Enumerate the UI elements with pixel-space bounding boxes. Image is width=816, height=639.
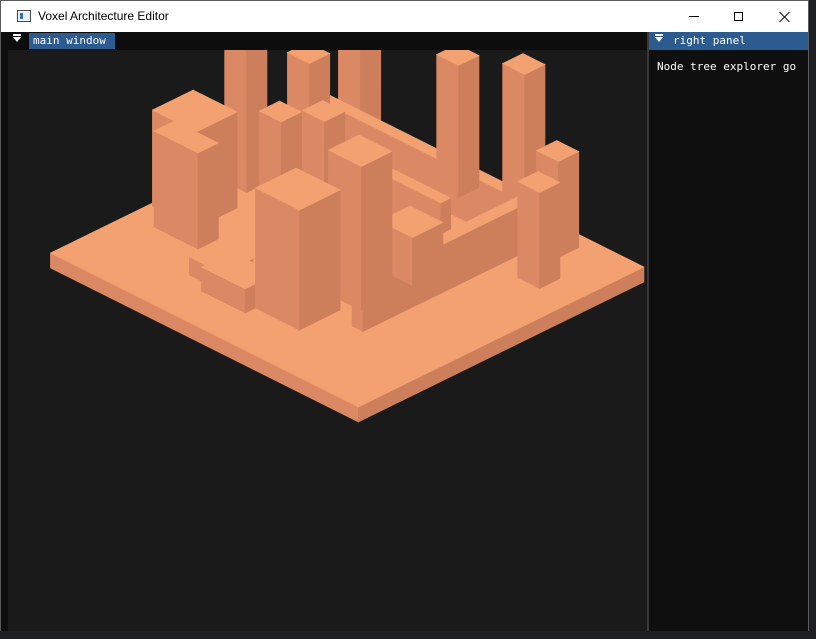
close-button[interactable] — [762, 1, 807, 32]
collapse-arrow-icon[interactable] — [655, 34, 663, 42]
tower-5-front-face — [517, 181, 540, 289]
application-window: Voxel Architecture Editor main window ri… — [0, 0, 809, 631]
tower-5-side-face — [539, 182, 561, 289]
app-window-icon — [17, 10, 31, 22]
front-left-block-side-face — [197, 142, 219, 250]
right-panel-header[interactable]: right panel — [649, 32, 808, 50]
right-panel: right panel Node tree explorer go — [649, 32, 808, 631]
tall-front-tower-side-face — [361, 151, 393, 311]
tower-4-side-face — [558, 151, 580, 258]
maximize-button[interactable] — [716, 1, 761, 32]
tab-main-window[interactable]: main window — [29, 33, 115, 49]
close-icon — [779, 11, 791, 23]
client-area: main window right panel Node tree explor… — [1, 32, 808, 631]
voxel-scene[interactable] — [8, 50, 647, 631]
3d-viewport[interactable] — [8, 50, 647, 631]
right-panel-body: Node tree explorer go — [649, 50, 808, 631]
tower-2-side-face — [458, 55, 480, 198]
front-block-side-face — [299, 189, 341, 331]
tower-2-front-face — [436, 54, 459, 198]
tab-right-panel[interactable]: right panel — [669, 33, 755, 49]
title-bar[interactable]: Voxel Architecture Editor — [1, 1, 808, 32]
front-block-front-face — [255, 187, 300, 331]
window-title: Voxel Architecture Editor — [38, 9, 169, 23]
main-panel: main window — [8, 32, 647, 631]
node-tree-explorer-text: Node tree explorer go — [657, 60, 797, 73]
collapse-arrow-icon[interactable] — [13, 34, 21, 42]
minimize-icon — [688, 16, 699, 17]
minimize-button[interactable] — [671, 1, 716, 32]
maximize-icon — [734, 12, 743, 21]
main-panel-header[interactable]: main window — [8, 32, 647, 51]
